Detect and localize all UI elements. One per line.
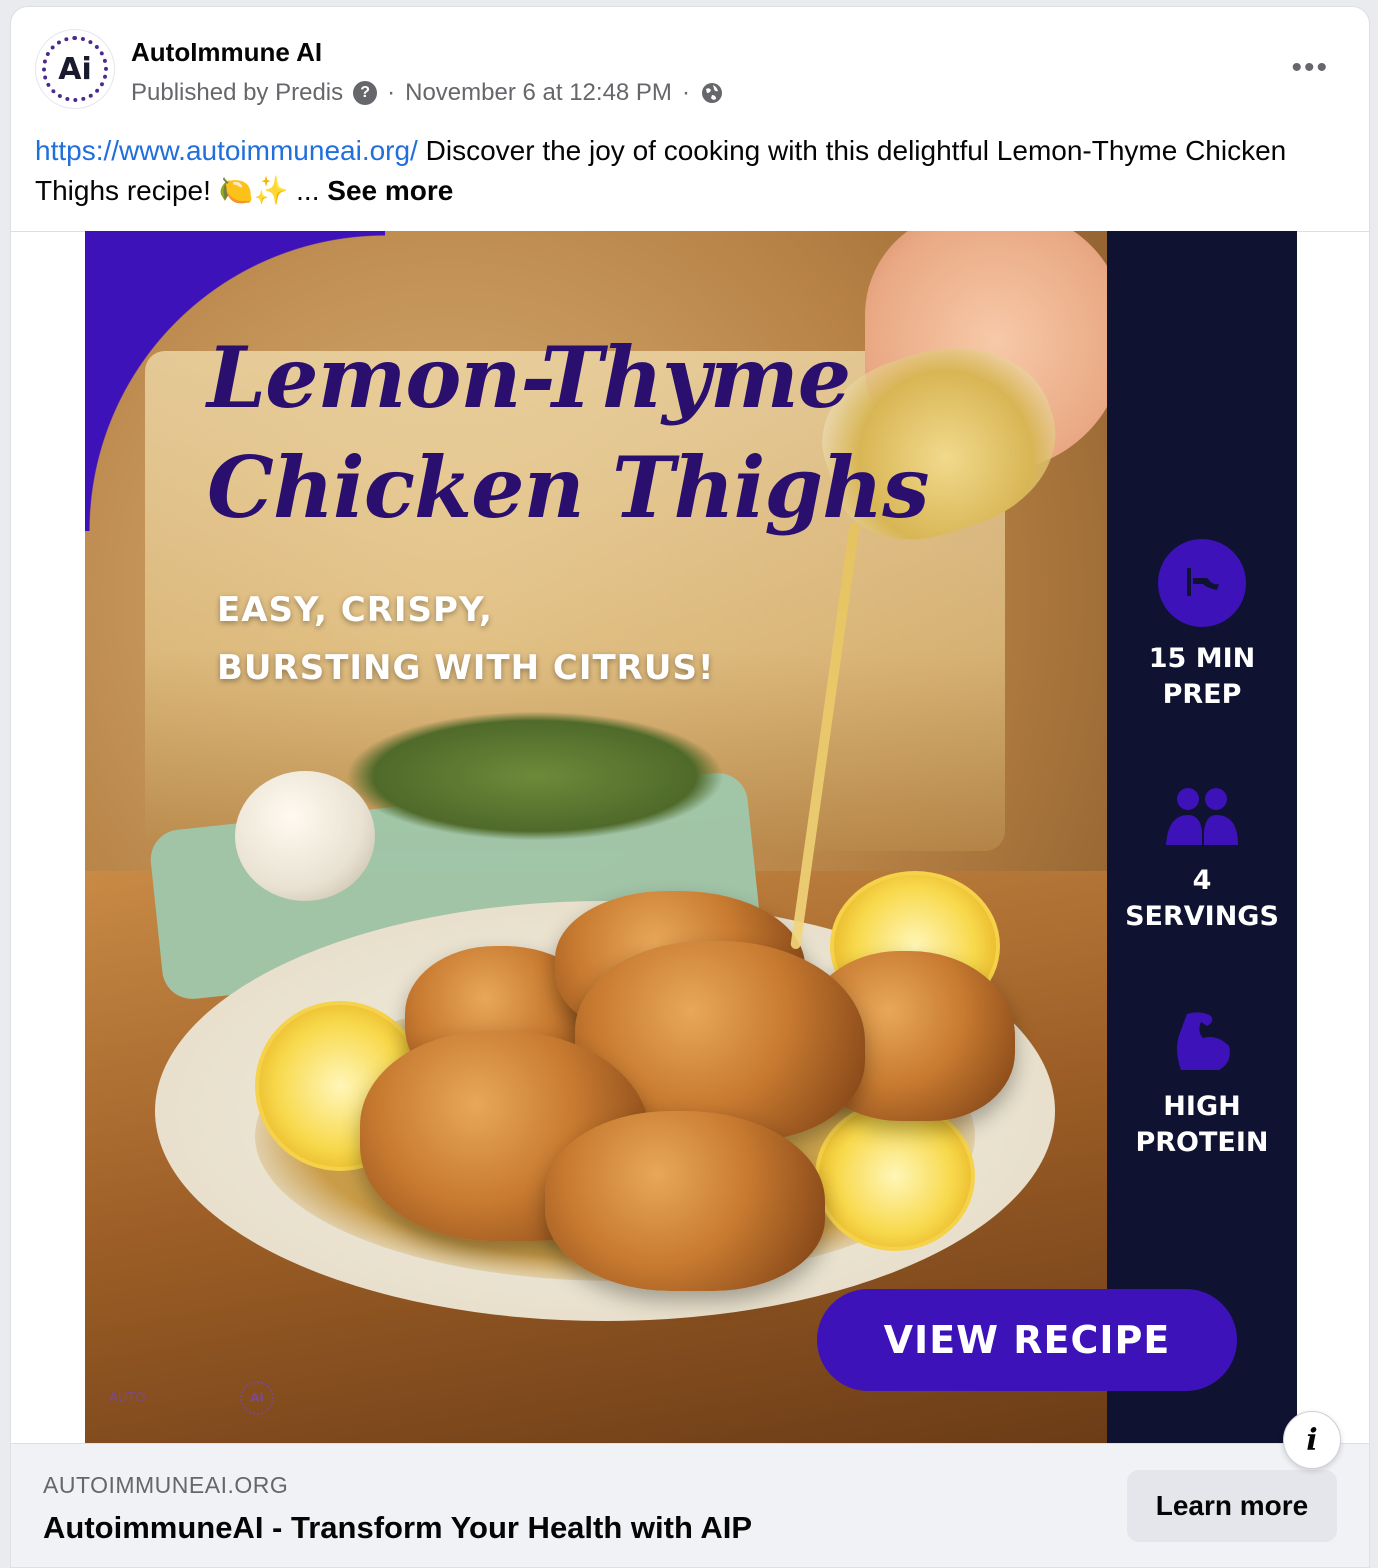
learn-more-button[interactable]: Learn more bbox=[1127, 1470, 1337, 1542]
feature-sidebar: 15 MIN PREP 4 SERVINGS HIGH PROTEIN bbox=[1107, 231, 1297, 1443]
feature-line: HIGH bbox=[1163, 1091, 1241, 1122]
post-header: Ai AutoImmune AI Published by Predis ? ·… bbox=[11, 7, 1369, 127]
feature-prep: 15 MIN PREP bbox=[1107, 539, 1297, 713]
meta-separator: · bbox=[681, 79, 690, 106]
feature-line: 15 MIN bbox=[1148, 643, 1256, 674]
post-timestamp[interactable]: November 6 at 12:48 PM bbox=[405, 79, 672, 107]
thyme-bunch bbox=[345, 711, 725, 841]
help-icon[interactable]: ? bbox=[353, 81, 378, 105]
garlic-bulb bbox=[235, 771, 375, 901]
page-avatar[interactable]: Ai bbox=[35, 29, 115, 109]
feature-line: SERVINGS bbox=[1125, 901, 1279, 932]
recipe-tagline: EASY, CRISPY, BURSTING WITH CITRUS! bbox=[217, 581, 714, 697]
view-recipe-button[interactable]: VIEW RECIPE bbox=[817, 1289, 1237, 1391]
link-headline[interactable]: AutoimmuneAI - Transform Your Health wit… bbox=[43, 1510, 752, 1546]
link-domain: AUTOIMMUNEAI.ORG bbox=[43, 1472, 289, 1498]
published-by: Published by Predis bbox=[131, 79, 344, 106]
avatar-text: Ai bbox=[58, 51, 92, 87]
feature-line: PREP bbox=[1162, 679, 1242, 710]
tagline-line: EASY, CRISPY, bbox=[217, 590, 493, 630]
feature-line: PROTEIN bbox=[1135, 1127, 1269, 1158]
link-preview[interactable]: AUTOIMMUNEAI.ORG AutoimmuneAI - Transfor… bbox=[11, 1443, 1369, 1567]
info-icon[interactable]: i bbox=[1283, 1411, 1341, 1469]
title-line: Chicken Thighs bbox=[207, 438, 930, 537]
muscle-icon bbox=[1107, 1011, 1297, 1075]
feature-servings: 4 SERVINGS bbox=[1107, 785, 1297, 935]
see-more-button[interactable]: See more bbox=[327, 175, 453, 206]
watermark-text: AUTO bbox=[109, 1391, 146, 1406]
watermark-logo: AI bbox=[240, 1381, 274, 1415]
globe-icon bbox=[701, 83, 722, 103]
post-link[interactable]: https://www.autoimmuneai.org/ bbox=[35, 135, 418, 166]
more-options-icon[interactable]: ••• bbox=[1291, 51, 1329, 85]
tagline-line: BURSTING WITH CITRUS! bbox=[217, 648, 715, 688]
recipe-title: Lemon-Thyme Chicken Thighs bbox=[207, 323, 930, 543]
post-card: Ai AutoImmune AI Published by Predis ? ·… bbox=[10, 6, 1370, 1568]
meta-separator: · bbox=[387, 79, 396, 106]
ad-image[interactable]: Lemon-Thyme Chicken Thighs EASY, CRISPY,… bbox=[85, 231, 1297, 1443]
chicken-thigh bbox=[545, 1111, 825, 1291]
post-text: https://www.autoimmuneai.org/ Discover t… bbox=[35, 131, 1345, 211]
post-meta: Published by Predis ? · November 6 at 12… bbox=[131, 79, 724, 107]
lemon-slice bbox=[815, 1101, 975, 1251]
page-name-link[interactable]: AutoImmune AI bbox=[131, 37, 322, 68]
feature-protein: HIGH PROTEIN bbox=[1107, 1011, 1297, 1161]
people-icon bbox=[1107, 785, 1297, 849]
feature-line: 4 bbox=[1192, 865, 1212, 896]
title-line: Lemon-Thyme bbox=[207, 328, 851, 427]
clock-icon bbox=[1158, 539, 1246, 627]
